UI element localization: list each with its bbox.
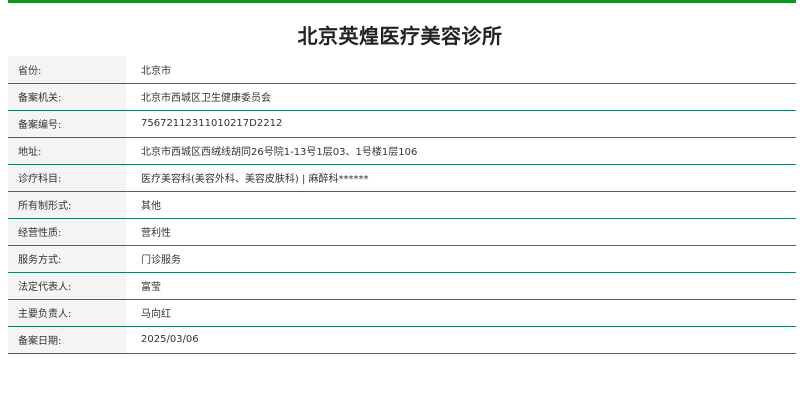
row-value: 北京市西城区西绒线胡同26号院1-13号1层03、1号楼1层106 (126, 137, 796, 164)
row-value: 北京市西城区卫生健康委员会 (126, 83, 796, 110)
row-legal-representative: 法定代表人: 富莹 (8, 272, 796, 299)
page-title: 北京英煌医疗美容诊所 (297, 24, 503, 48)
row-business-nature: 经营性质: 营利性 (8, 218, 796, 245)
row-value: 其他 (126, 191, 796, 218)
row-departments: 诊疗科目: 医疗美容科(美容外科、美容皮肤科) | 麻醉科****** (8, 164, 796, 191)
row-value: 富莹 (126, 272, 796, 299)
row-label: 法定代表人: (8, 272, 126, 299)
row-service-type: 服务方式: 门诊服务 (8, 245, 796, 272)
row-ownership: 所有制形式: 其他 (8, 191, 796, 218)
row-value: 门诊服务 (126, 245, 796, 272)
row-label: 所有制形式: (8, 191, 126, 218)
row-label: 备案日期: (8, 326, 126, 353)
top-accent-bar (8, 0, 796, 3)
row-label: 省份: (8, 56, 126, 83)
row-value: 2025/03/06 (126, 326, 796, 353)
row-label: 诊疗科目: (8, 164, 126, 191)
row-label: 备案编号: (8, 110, 126, 137)
row-filing-authority: 备案机关: 北京市西城区卫生健康委员会 (8, 83, 796, 110)
row-label: 备案机关: (8, 83, 126, 110)
row-label: 地址: (8, 137, 126, 164)
row-principal: 主要负责人: 马向红 (8, 299, 796, 326)
row-filing-number: 备案编号: 75672112311010217D2212 (8, 110, 796, 137)
row-value: 马向红 (126, 299, 796, 326)
row-value: 医疗美容科(美容外科、美容皮肤科) | 麻醉科****** (126, 164, 796, 191)
row-value: 营利性 (126, 218, 796, 245)
row-label: 服务方式: (8, 245, 126, 272)
row-province: 省份: 北京市 (8, 56, 796, 83)
row-value: 北京市 (126, 56, 796, 83)
row-label: 主要负责人: (8, 299, 126, 326)
row-value: 75672112311010217D2212 (126, 110, 796, 137)
row-address: 地址: 北京市西城区西绒线胡同26号院1-13号1层03、1号楼1层106 (8, 137, 796, 164)
row-label: 经营性质: (8, 218, 126, 245)
clinic-info-table: 省份: 北京市 备案机关: 北京市西城区卫生健康委员会 备案编号: 756721… (8, 56, 796, 354)
row-filing-date: 备案日期: 2025/03/06 (8, 326, 796, 353)
